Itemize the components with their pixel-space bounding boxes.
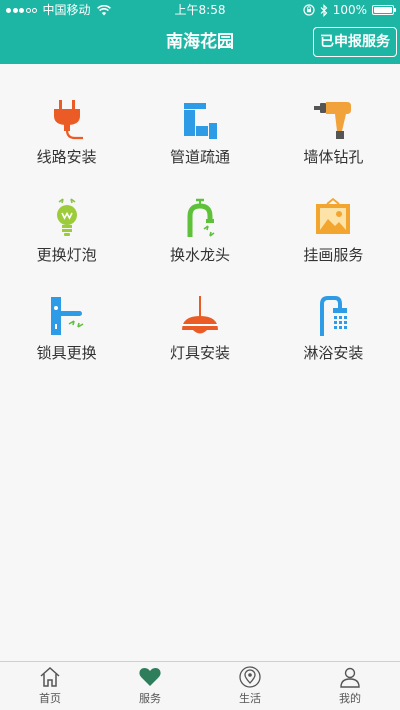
nav-bar: 南海花园 已申报服务 xyxy=(0,20,400,64)
tab-label: 首页 xyxy=(39,692,61,705)
service-label: 淋浴安装 xyxy=(303,344,364,362)
tab-label: 生活 xyxy=(239,692,261,705)
home-icon xyxy=(40,666,60,687)
service-item-faucet[interactable]: 换水龙头 xyxy=(133,196,266,294)
wifi-icon xyxy=(96,4,111,15)
service-row: 线路安装 管道疏通 墙体钻孔 xyxy=(0,98,400,196)
door-lock-icon xyxy=(45,294,89,338)
service-item-wiring[interactable]: 线路安装 xyxy=(0,98,133,196)
shower-icon xyxy=(311,294,355,338)
user-icon xyxy=(340,667,360,688)
orientation-lock-icon xyxy=(303,4,315,16)
picture-frame-icon xyxy=(311,196,355,240)
service-label: 墙体钻孔 xyxy=(303,148,364,166)
service-label: 挂画服务 xyxy=(303,246,364,264)
carrier-name: 中国移动 xyxy=(42,3,91,17)
lamp-icon xyxy=(178,294,222,338)
tab-label: 服务 xyxy=(139,692,161,705)
service-label: 灯具安装 xyxy=(169,344,230,362)
battery-icon xyxy=(372,5,396,15)
light-bulb-icon xyxy=(45,196,89,240)
tab-life[interactable]: 生活 xyxy=(200,662,300,710)
bluetooth-icon xyxy=(320,3,328,17)
drill-icon xyxy=(311,98,355,142)
tab-label: 我的 xyxy=(339,692,361,705)
service-row: 锁具更换 灯具安装 淋浴安装 xyxy=(0,294,400,392)
plug-icon xyxy=(45,98,89,142)
heart-icon xyxy=(139,668,161,686)
service-item-lamp[interactable]: 灯具安装 xyxy=(133,294,266,392)
service-item-pipe[interactable]: 管道疏通 xyxy=(133,98,266,196)
tab-home[interactable]: 首页 xyxy=(0,662,100,710)
faucet-icon xyxy=(178,196,222,240)
pipe-icon xyxy=(178,98,222,142)
service-item-picture[interactable]: 挂画服务 xyxy=(267,196,400,294)
status-right: 100% xyxy=(298,0,396,20)
location-pin-icon xyxy=(239,666,261,688)
tab-service[interactable]: 服务 xyxy=(100,662,200,710)
service-item-bulb[interactable]: 更换灯泡 xyxy=(0,196,133,294)
tab-mine[interactable]: 我的 xyxy=(300,662,400,710)
service-label: 锁具更换 xyxy=(36,344,97,362)
service-grid: 线路安装 管道疏通 墙体钻孔 更换灯泡 换水龙头 挂画服务 锁具更换 灯具安装 … xyxy=(0,64,400,392)
status-left: 中国移动 xyxy=(6,0,111,20)
status-bar: 中国移动 上午8:58 100% xyxy=(0,0,400,20)
tab-bar: 首页 服务 生活 我的 xyxy=(0,661,400,710)
service-item-drilling[interactable]: 墙体钻孔 xyxy=(267,98,400,196)
signal-strength-icon xyxy=(6,7,39,13)
battery-percent: 100% xyxy=(332,3,367,17)
service-item-shower[interactable]: 淋浴安装 xyxy=(267,294,400,392)
service-label: 换水龙头 xyxy=(169,246,230,264)
service-item-lock[interactable]: 锁具更换 xyxy=(0,294,133,392)
service-label: 线路安装 xyxy=(36,148,97,166)
service-label: 更换灯泡 xyxy=(36,246,97,264)
service-row: 更换灯泡 换水龙头 挂画服务 xyxy=(0,196,400,294)
declared-services-button[interactable]: 已申报服务 xyxy=(313,27,397,57)
service-label: 管道疏通 xyxy=(169,148,230,166)
